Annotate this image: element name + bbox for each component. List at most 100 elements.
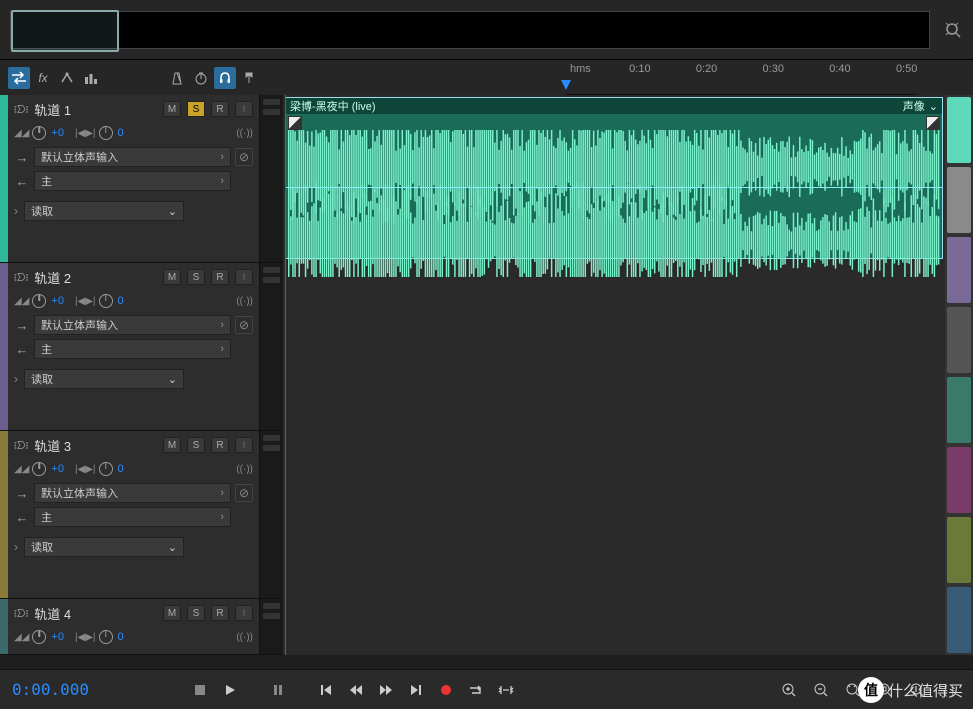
- monitor-input-button[interactable]: I: [235, 437, 253, 453]
- monitor-input-button[interactable]: I: [235, 101, 253, 117]
- timeline-ruler[interactable]: hms 0:10 0:20 0:30 0:40 0:50: [566, 60, 917, 95]
- stereo-link-icon[interactable]: ((·)): [236, 296, 253, 307]
- loop-tool-icon[interactable]: [8, 67, 30, 89]
- track-name[interactable]: 轨道 2: [34, 268, 157, 287]
- expand-chevron-icon[interactable]: ›: [14, 372, 18, 386]
- stereo-link-icon[interactable]: ((·)): [236, 128, 253, 139]
- mixer-tool-icon[interactable]: [80, 67, 102, 89]
- volume-knob[interactable]: [32, 126, 46, 140]
- marker-tool-icon[interactable]: [238, 67, 260, 89]
- timeline-area[interactable]: 梁博-黑夜中 (live) 声像 ⌄: [283, 95, 945, 655]
- arm-record-button[interactable]: R: [211, 605, 229, 621]
- automation-mode-select[interactable]: 读取⌄: [24, 369, 184, 389]
- pan-value[interactable]: 0: [118, 127, 124, 139]
- overview-range-handle[interactable]: [11, 10, 119, 52]
- arm-record-button[interactable]: R: [211, 437, 229, 453]
- solo-button[interactable]: S: [187, 437, 205, 453]
- volume-knob[interactable]: [32, 294, 46, 308]
- play-button[interactable]: [218, 678, 242, 702]
- mute-button[interactable]: M: [163, 605, 181, 621]
- forward-button[interactable]: [374, 678, 398, 702]
- solo-button[interactable]: S: [187, 101, 205, 117]
- input-select[interactable]: 默认立体声输入›: [34, 147, 231, 167]
- volume-knob[interactable]: [32, 462, 46, 476]
- automation-mode-select[interactable]: 读取⌄: [24, 537, 184, 557]
- record-button[interactable]: [434, 678, 458, 702]
- pan-knob[interactable]: [99, 630, 113, 644]
- volume-knob[interactable]: [32, 630, 46, 644]
- track-color-swatch[interactable]: [947, 377, 971, 443]
- phase-button[interactable]: ⊘: [235, 316, 253, 334]
- skip-start-button[interactable]: [314, 678, 338, 702]
- zoom-selection-icon[interactable]: [873, 678, 897, 702]
- zoom-fit-icon[interactable]: [841, 678, 865, 702]
- playhead-line[interactable]: [285, 95, 286, 655]
- stop-button[interactable]: [188, 678, 212, 702]
- overview-waveform[interactable]: [10, 11, 930, 49]
- track-color-strip[interactable]: [0, 263, 8, 430]
- metronome-icon[interactable]: [166, 67, 188, 89]
- timecode-display[interactable]: 0:00.000: [12, 680, 182, 699]
- solo-button[interactable]: S: [187, 605, 205, 621]
- pan-knob[interactable]: [99, 294, 113, 308]
- track-color-swatch[interactable]: [947, 447, 971, 513]
- pan-value[interactable]: 0: [118, 631, 124, 643]
- zoom-in-h-icon[interactable]: [777, 678, 801, 702]
- track-color-swatch[interactable]: [947, 307, 971, 373]
- expand-chevron-icon[interactable]: ›: [14, 540, 18, 554]
- playhead-marker[interactable]: [566, 80, 571, 90]
- envelope-tool-icon[interactable]: [56, 67, 78, 89]
- chevron-down-icon[interactable]: ⌄: [929, 100, 938, 113]
- phase-button[interactable]: ⊘: [235, 148, 253, 166]
- zoom-bracket-icon[interactable]: { }: [937, 678, 961, 702]
- volume-value[interactable]: +0: [51, 295, 64, 307]
- arm-record-button[interactable]: R: [211, 101, 229, 117]
- skip-selection-button[interactable]: [494, 678, 518, 702]
- input-select[interactable]: 默认立体声输入›: [34, 315, 231, 335]
- output-select[interactable]: 主›: [34, 171, 231, 191]
- zoom-out-h-icon[interactable]: [809, 678, 833, 702]
- volume-value[interactable]: +0: [51, 631, 64, 643]
- track-color-swatch[interactable]: [947, 167, 971, 233]
- pause-button[interactable]: [266, 678, 290, 702]
- track-name[interactable]: 轨道 3: [34, 436, 157, 455]
- solo-button[interactable]: S: [187, 269, 205, 285]
- pan-knob[interactable]: [99, 126, 113, 140]
- fade-out-handle[interactable]: [926, 116, 940, 130]
- fx-tool-icon[interactable]: fx: [32, 67, 54, 89]
- mute-button[interactable]: M: [163, 269, 181, 285]
- automation-mode-select[interactable]: 读取⌄: [24, 201, 184, 221]
- fade-in-handle[interactable]: [288, 116, 302, 130]
- stereo-link-icon[interactable]: ((·)): [236, 464, 253, 475]
- mute-button[interactable]: M: [163, 101, 181, 117]
- skip-end-button[interactable]: [404, 678, 428, 702]
- monitor-input-button[interactable]: I: [235, 269, 253, 285]
- track-color-swatch[interactable]: [947, 237, 971, 303]
- track-color-strip[interactable]: [0, 599, 8, 654]
- track-name[interactable]: 轨道 4: [34, 604, 157, 623]
- stereo-link-icon[interactable]: ((·)): [236, 632, 253, 643]
- zoom-reset-icon[interactable]: [943, 20, 963, 40]
- output-select[interactable]: 主›: [34, 339, 231, 359]
- track-color-swatch[interactable]: [947, 97, 971, 163]
- volume-value[interactable]: +0: [51, 127, 64, 139]
- clip-pan-label[interactable]: 声像: [903, 98, 925, 114]
- rewind-button[interactable]: [344, 678, 368, 702]
- headphone-icon[interactable]: [214, 67, 236, 89]
- pan-value[interactable]: 0: [118, 295, 124, 307]
- monitor-input-button[interactable]: I: [235, 605, 253, 621]
- input-select[interactable]: 默认立体声输入›: [34, 483, 231, 503]
- expand-chevron-icon[interactable]: ›: [14, 204, 18, 218]
- countdown-icon[interactable]: [190, 67, 212, 89]
- audio-clip[interactable]: 梁博-黑夜中 (live) 声像 ⌄: [285, 97, 943, 259]
- volume-value[interactable]: +0: [51, 463, 64, 475]
- track-color-swatch[interactable]: [947, 587, 971, 653]
- pan-value[interactable]: 0: [118, 463, 124, 475]
- clip-header[interactable]: 梁博-黑夜中 (live) 声像 ⌄: [286, 98, 942, 114]
- loop-playback-button[interactable]: [464, 678, 488, 702]
- track-color-strip[interactable]: [0, 95, 8, 262]
- output-select[interactable]: 主›: [34, 507, 231, 527]
- phase-button[interactable]: ⊘: [235, 484, 253, 502]
- mute-button[interactable]: M: [163, 437, 181, 453]
- track-color-strip[interactable]: [0, 431, 8, 598]
